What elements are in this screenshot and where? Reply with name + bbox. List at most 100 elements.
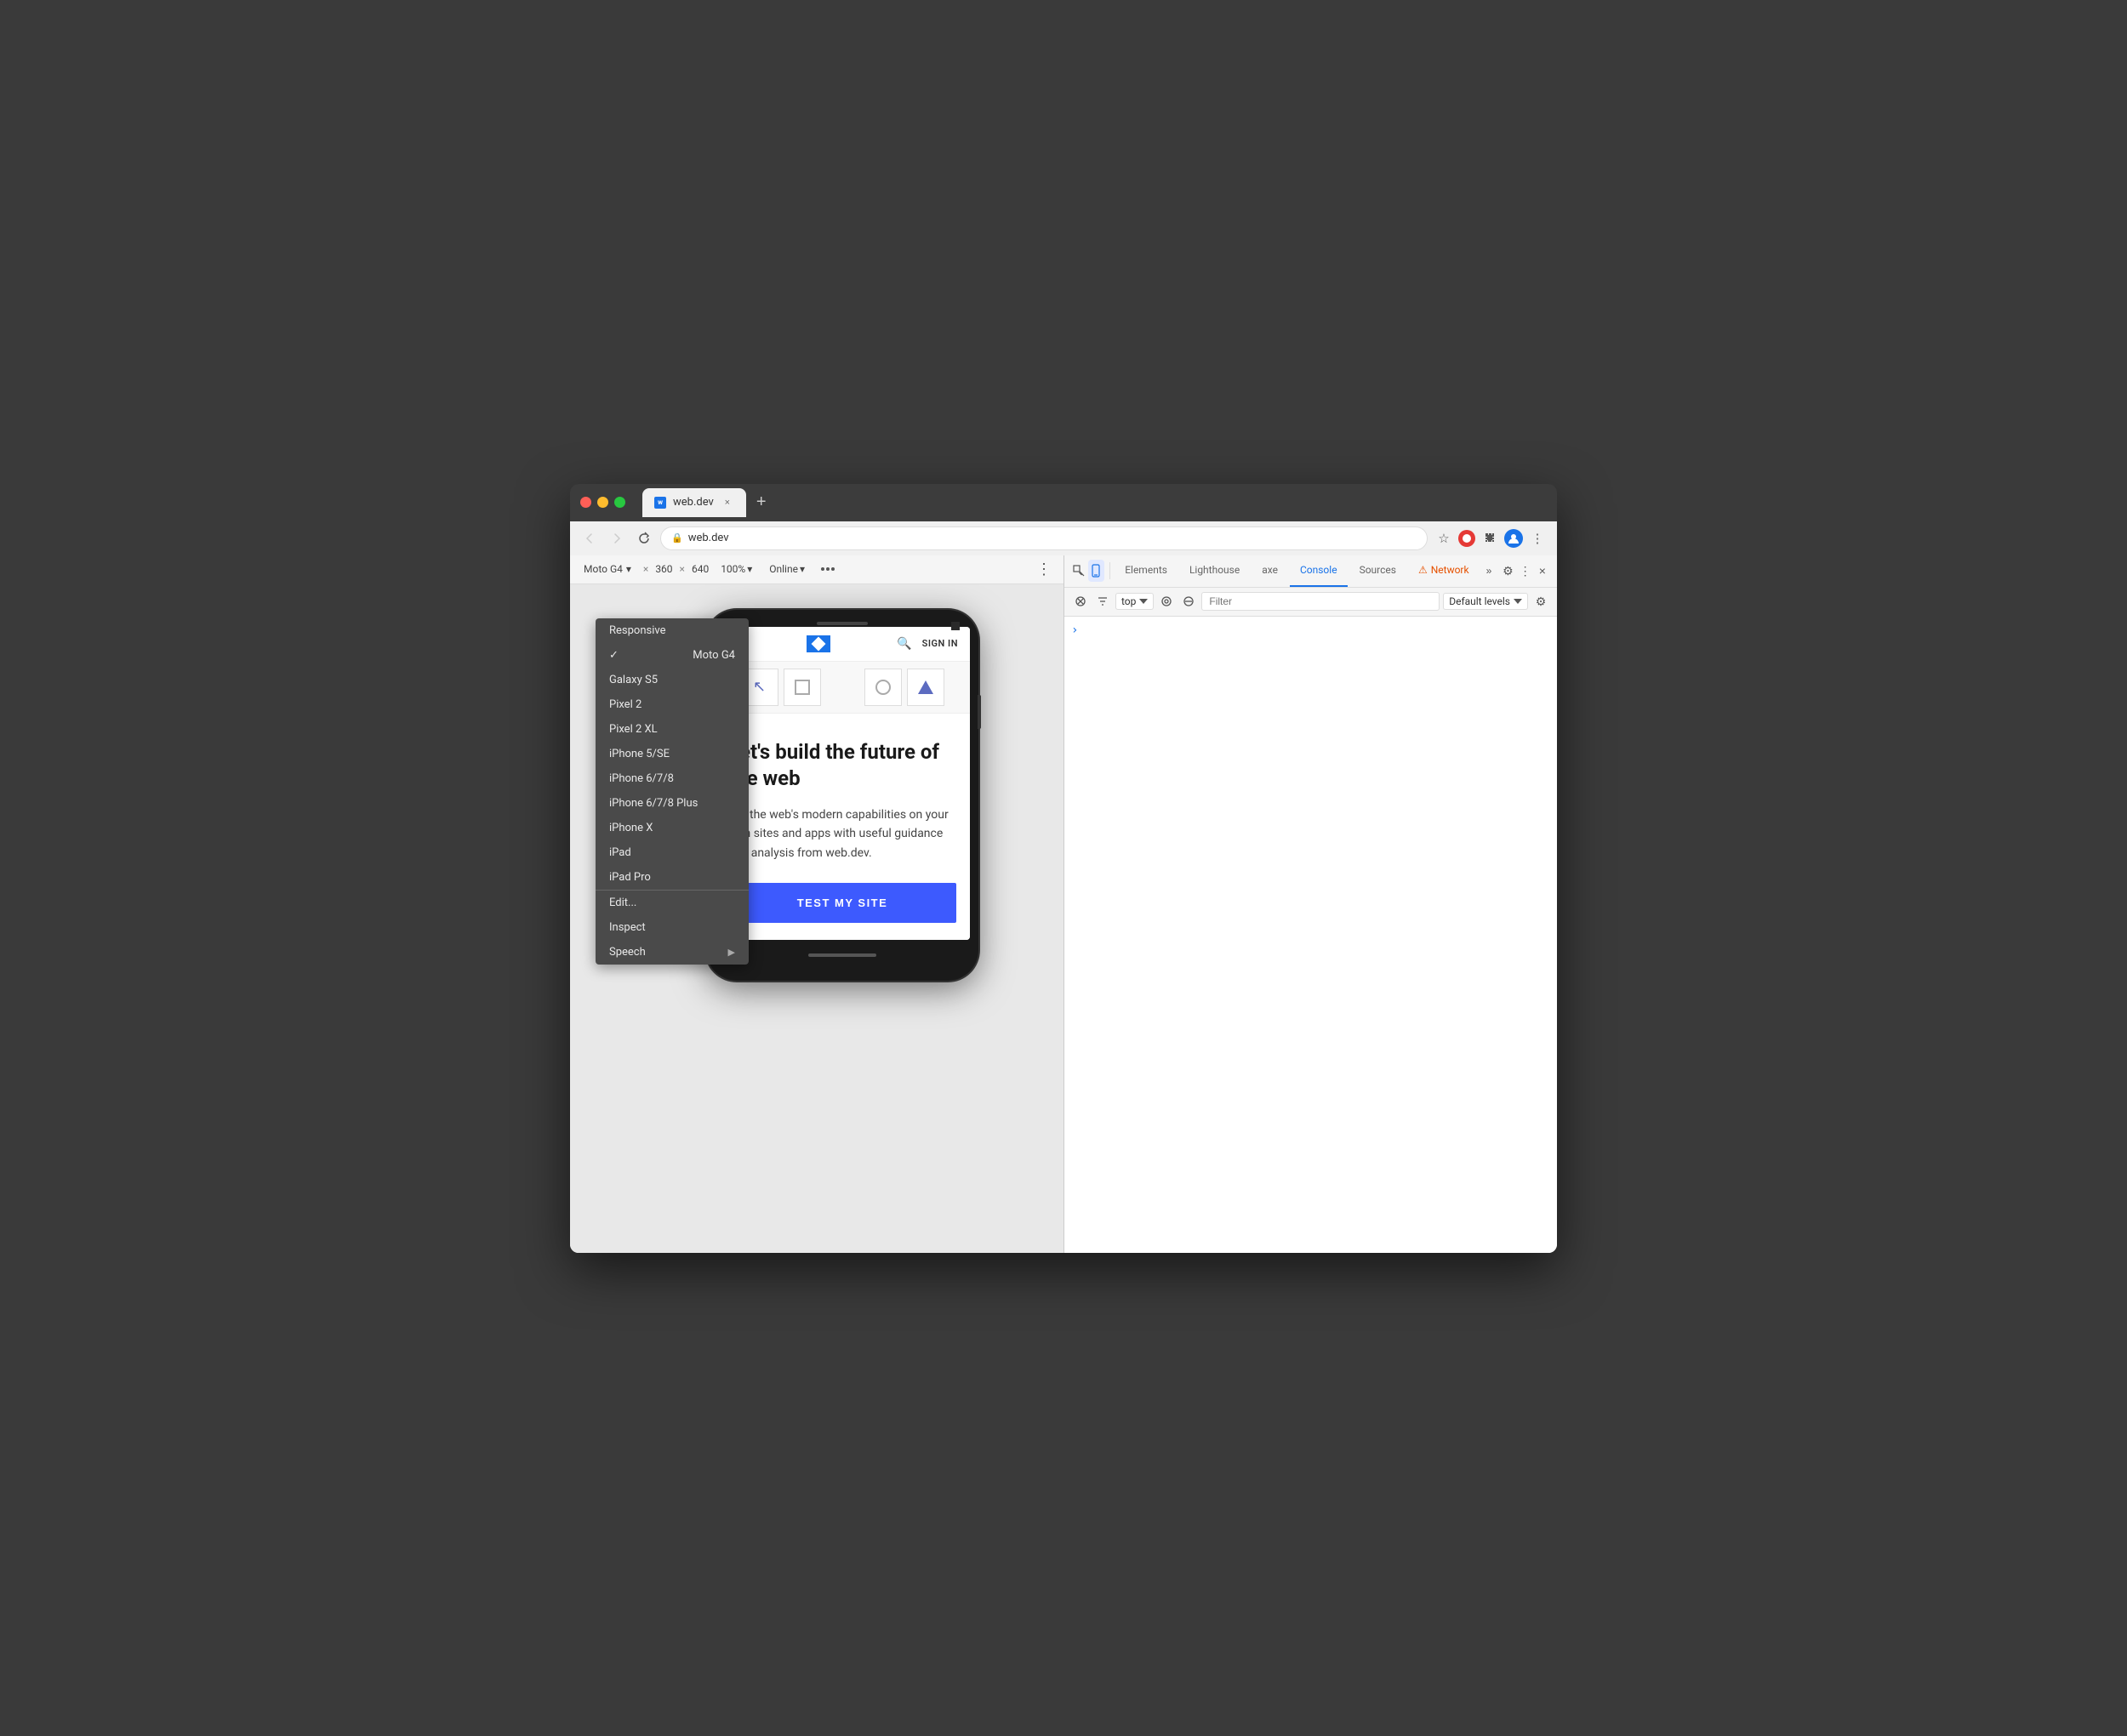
ctx-menu-iphone-678[interactable]: iPhone 6/7/8 xyxy=(596,766,749,791)
ctx-menu-iphone-x[interactable]: iPhone X xyxy=(596,816,749,840)
tab-title: web.dev xyxy=(673,496,714,509)
zoom-selector[interactable]: 100% ▾ xyxy=(716,561,757,578)
minimize-button[interactable] xyxy=(597,497,608,508)
viewport-section: Moto G4 ▾ × 360 × 640 100% ▾ Online ▾ xyxy=(570,555,1064,1253)
device-toolbar: Moto G4 ▾ × 360 × 640 100% ▾ Online ▾ xyxy=(570,555,1064,584)
device-height: 640 xyxy=(692,563,709,575)
ctx-menu-iphone-5-se[interactable]: iPhone 5/SE xyxy=(596,742,749,766)
ctx-menu-ipad-pro[interactable]: iPad Pro xyxy=(596,865,749,890)
ctx-menu-inspect[interactable]: Inspect xyxy=(596,915,749,940)
console-output-area: › xyxy=(1064,617,1557,1253)
devtools-panel: Elements Lighthouse axe Console Sources … xyxy=(1064,555,1557,1253)
submenu-arrow-icon: ▶ xyxy=(728,947,735,958)
address-bar[interactable]: 🔒 web.dev xyxy=(660,526,1428,550)
ctx-menu-moto-g4[interactable]: Moto G4 xyxy=(596,643,749,668)
hero-title: Let's build the future of the web xyxy=(728,739,956,792)
device-toggle-button[interactable] xyxy=(1088,560,1103,582)
more-options-icon[interactable] xyxy=(817,558,839,580)
forward-button[interactable] xyxy=(606,527,628,549)
tab-sources[interactable]: Sources xyxy=(1349,555,1406,587)
icon-grid-area: ↖ xyxy=(715,662,970,714)
tab-lighthouse[interactable]: Lighthouse xyxy=(1179,555,1250,587)
ctx-menu-galaxy-s5[interactable]: Galaxy S5 xyxy=(596,668,749,692)
tab-network[interactable]: ⚠ Network xyxy=(1408,555,1480,587)
web-header: 🔍 SIGN IN xyxy=(715,627,970,662)
phone-screen: 🔍 SIGN IN ↖ xyxy=(715,627,970,941)
console-secondary-toolbar: top Default levels ⚙ xyxy=(1064,588,1557,617)
ctx-menu-pixel-2-xl[interactable]: Pixel 2 XL xyxy=(596,717,749,742)
back-button[interactable] xyxy=(579,527,601,549)
browser-content: Moto G4 ▾ × 360 × 640 100% ▾ Online ▾ xyxy=(570,555,1557,1253)
phone-side-button xyxy=(978,695,981,729)
block-urls-button[interactable] xyxy=(1179,592,1198,611)
show-live-expressions-button[interactable] xyxy=(1157,592,1176,611)
icon-circle-square xyxy=(864,669,902,706)
more-tabs-button[interactable]: » xyxy=(1481,560,1497,582)
devtools-settings-button[interactable]: ⚙ xyxy=(1500,560,1515,582)
web-logo-icon xyxy=(807,635,830,652)
chrome-menu-button[interactable]: ⋮ xyxy=(1526,527,1548,549)
console-filter-input[interactable] xyxy=(1201,592,1440,611)
devtools-more-button[interactable]: ⋮ xyxy=(1518,560,1533,582)
zoom-level: 100% xyxy=(721,563,745,575)
reload-button[interactable] xyxy=(633,527,655,549)
ctx-menu-edit[interactable]: Edit... xyxy=(596,890,749,915)
devtools-tabs-toolbar: Elements Lighthouse axe Console Sources … xyxy=(1064,555,1557,588)
log-levels-selector[interactable]: Default levels xyxy=(1443,593,1528,610)
connection-type: Online xyxy=(769,563,798,575)
viewport-content: Responsive Moto G4 Galaxy S5 Pixel 2 Pix… xyxy=(570,584,1064,1253)
ctx-menu-speech[interactable]: Speech ▶ xyxy=(596,940,749,965)
device-toolbar-more[interactable]: ⋮ xyxy=(1033,558,1055,580)
circle-icon xyxy=(875,680,891,695)
ctx-menu-responsive[interactable]: Responsive xyxy=(596,618,749,643)
browser-window: w web.dev × + 🔒 web.dev ☆ xyxy=(570,484,1557,1253)
active-tab[interactable]: w web.dev × xyxy=(642,488,746,517)
cta-button[interactable]: TEST MY SITE xyxy=(728,883,956,923)
ctx-menu-pixel-2[interactable]: Pixel 2 xyxy=(596,692,749,717)
tab-console[interactable]: Console xyxy=(1290,555,1348,587)
dimension-separator: × xyxy=(643,563,648,575)
filter-toggle-button[interactable] xyxy=(1093,592,1112,611)
web-logo xyxy=(807,635,830,652)
sign-in-link[interactable]: SIGN IN xyxy=(922,638,958,649)
nav-right-icons: ☆ ⋮ xyxy=(1433,527,1548,549)
devtools-close-button[interactable]: × xyxy=(1535,560,1550,582)
phone-home-bar xyxy=(715,947,970,964)
network-chevron: ▾ xyxy=(800,563,805,575)
bookmark-star-button[interactable]: ☆ xyxy=(1433,527,1455,549)
phone-speaker xyxy=(817,622,868,625)
triangle-icon xyxy=(918,680,933,694)
add-tab-button[interactable]: + xyxy=(750,492,773,512)
lock-icon: 🔒 xyxy=(671,532,683,544)
inspect-element-button[interactable] xyxy=(1071,560,1086,582)
icon-square-outline xyxy=(784,669,821,706)
toolbar-separator-1 xyxy=(1109,562,1110,579)
phone-camera xyxy=(951,622,960,630)
clear-console-button[interactable] xyxy=(1071,592,1090,611)
close-button[interactable] xyxy=(580,497,591,508)
device-name: Moto G4 xyxy=(584,563,623,575)
device-width: 360 xyxy=(655,563,672,575)
maximize-button[interactable] xyxy=(614,497,625,508)
execution-context-selector[interactable]: top xyxy=(1115,593,1154,610)
device-chevron: ▾ xyxy=(626,563,631,575)
device-context-menu: Responsive Moto G4 Galaxy S5 Pixel 2 Pix… xyxy=(596,618,749,965)
extension-icon xyxy=(1458,530,1475,547)
extensions-button[interactable] xyxy=(1479,527,1501,549)
device-selector[interactable]: Moto G4 ▾ xyxy=(579,561,636,578)
logo-diamond xyxy=(812,636,826,651)
network-throttle-selector[interactable]: Online ▾ xyxy=(764,561,810,578)
web-hero: Let's build the future of the web Get th… xyxy=(715,714,970,941)
console-settings-button[interactable]: ⚙ xyxy=(1531,592,1550,611)
ctx-menu-ipad[interactable]: iPad xyxy=(596,840,749,865)
ctx-menu-iphone-678-plus[interactable]: iPhone 6/7/8 Plus xyxy=(596,791,749,816)
tab-close-button[interactable]: × xyxy=(721,496,734,509)
window-controls xyxy=(580,497,625,508)
search-icon[interactable]: 🔍 xyxy=(897,637,911,651)
tab-axe[interactable]: axe xyxy=(1252,555,1288,587)
tab-elements[interactable]: Elements xyxy=(1115,555,1178,587)
hero-description: Get the web's modern capabilities on you… xyxy=(728,805,956,862)
nav-bar: 🔒 web.dev ☆ ⋮ xyxy=(570,521,1557,555)
avatar-icon xyxy=(1504,529,1523,548)
icon-triangle-square xyxy=(907,669,944,706)
